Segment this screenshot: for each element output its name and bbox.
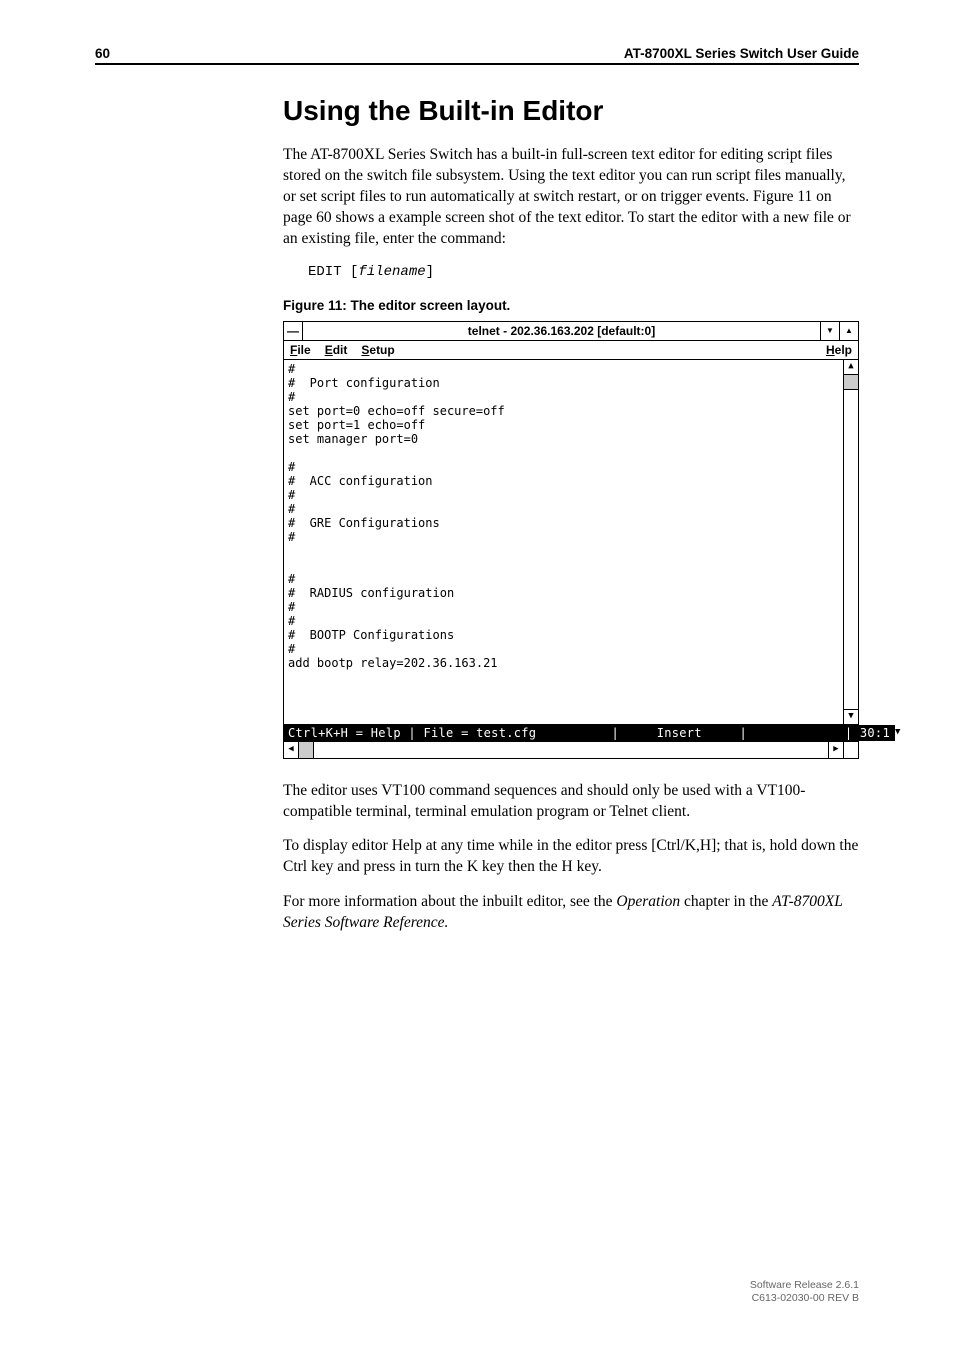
- maximize-button[interactable]: ▲: [839, 322, 858, 340]
- scroll-left-icon[interactable]: ◀: [284, 742, 299, 758]
- footer-release: Software Release 2.6.1: [750, 1279, 859, 1292]
- intro-paragraph: The AT-8700XL Series Switch has a built-…: [283, 145, 859, 250]
- horizontal-scrollbar[interactable]: ◀ ▶: [284, 741, 858, 758]
- minimize-button[interactable]: ▼: [820, 322, 839, 340]
- scroll-right-icon[interactable]: ▶: [828, 742, 843, 758]
- editor-text-area[interactable]: # # Port configuration # set port=0 echo…: [284, 360, 843, 724]
- figure-caption: Figure 11: The editor screen layout.: [283, 298, 859, 313]
- window-titlebar: — telnet - 202.36.163.202 [default:0] ▼ …: [284, 322, 858, 341]
- menu-edit[interactable]: Edit: [325, 344, 348, 356]
- system-menu-box[interactable]: —: [284, 322, 303, 340]
- main-content: Using the Built-in Editor The AT-8700XL …: [283, 95, 859, 948]
- command-end: ]: [426, 264, 434, 280]
- footer-docnum: C613-02030-00 REV B: [750, 1292, 859, 1305]
- page-header: 60 AT-8700XL Series Switch User Guide: [95, 46, 859, 65]
- more-info-note: For more information about the inbuilt e…: [283, 892, 859, 934]
- scrollbar-corner: [843, 742, 858, 758]
- doc-title: AT-8700XL Series Switch User Guide: [624, 46, 859, 61]
- menu-file[interactable]: File: [290, 344, 311, 356]
- editor-screenshot: — telnet - 202.36.163.202 [default:0] ▼ …: [283, 321, 859, 759]
- editor-status-bar: Ctrl+K+H = Help | File = test.cfg | Inse…: [284, 725, 894, 741]
- scroll-down2-icon[interactable]: ▼: [894, 725, 900, 741]
- scroll-up-icon[interactable]: ▲: [844, 360, 858, 375]
- window-title: telnet - 202.36.163.202 [default:0]: [303, 322, 820, 340]
- scroll-down-icon[interactable]: ▼: [844, 709, 858, 724]
- command-argument: filename: [358, 264, 425, 280]
- vertical-scrollbar[interactable]: ▲ ▼: [843, 360, 858, 724]
- horizontal-scroll-track[interactable]: [299, 742, 828, 758]
- menu-bar: File Edit Setup Help: [284, 341, 858, 360]
- vt100-note: The editor uses VT100 command sequences …: [283, 781, 859, 823]
- help-key-note: To display editor Help at any time while…: [283, 836, 859, 878]
- command-line: EDIT [filename]: [283, 264, 859, 280]
- menu-setup[interactable]: Setup: [361, 344, 394, 356]
- horizontal-scroll-thumb[interactable]: [299, 742, 314, 758]
- command-keyword: EDIT [: [308, 264, 358, 280]
- page-footer: Software Release 2.6.1 C613-02030-00 REV…: [750, 1279, 859, 1305]
- vertical-scroll-thumb[interactable]: [844, 375, 858, 390]
- vertical-scroll-track[interactable]: [844, 390, 858, 709]
- menu-help[interactable]: Help: [826, 344, 852, 356]
- page-number: 60: [95, 46, 110, 61]
- section-heading: Using the Built-in Editor: [283, 95, 859, 127]
